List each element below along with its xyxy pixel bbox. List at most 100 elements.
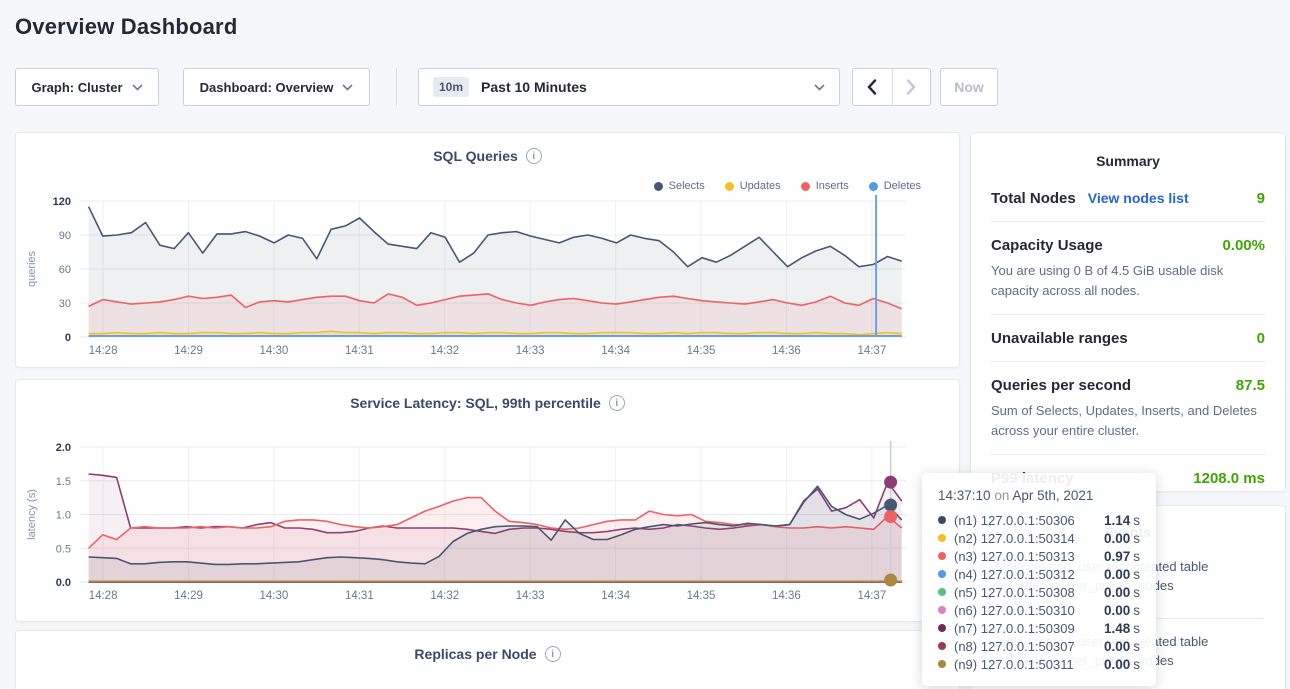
tooltip-node-label: (n8) 127.0.0.1:50307 bbox=[954, 639, 1096, 654]
svg-text:14:29: 14:29 bbox=[174, 345, 203, 357]
info-icon[interactable]: i bbox=[526, 148, 542, 164]
timeframe-arrows bbox=[852, 68, 931, 106]
graph-dropdown[interactable]: Graph: Cluster bbox=[15, 68, 159, 106]
svg-text:14:37: 14:37 bbox=[857, 345, 886, 357]
info-icon[interactable]: i bbox=[609, 395, 625, 411]
node-color-dot bbox=[938, 552, 946, 560]
tooltip-connector: on bbox=[994, 488, 1009, 503]
tooltip-node-label: (n3) 127.0.0.1:50313 bbox=[954, 549, 1096, 564]
prev-timeframe-button[interactable] bbox=[853, 69, 892, 105]
replicas-title: Replicas per Node i bbox=[16, 631, 959, 662]
svg-text:14:36: 14:36 bbox=[772, 345, 801, 357]
service-latency-title: Service Latency: SQL, 99th percentile i bbox=[16, 380, 959, 411]
tooltip-node-unit: s bbox=[1133, 531, 1140, 546]
tooltip-node-unit: s bbox=[1133, 603, 1140, 618]
node-color-dot bbox=[938, 570, 946, 578]
chevron-right-icon bbox=[906, 79, 916, 95]
svg-text:0.5: 0.5 bbox=[56, 543, 71, 555]
summary-row-description: You are using 0 B of 4.5 GiB usable disk… bbox=[991, 261, 1265, 300]
replicas-panel: Replicas per Node i bbox=[15, 630, 960, 689]
summary-row-value: 1208.0 ms bbox=[1193, 470, 1265, 487]
chevron-down-icon bbox=[342, 84, 353, 91]
sql-queries-chart[interactable]: 030609012014:2814:2914:3014:3114:3214:33… bbox=[18, 191, 959, 363]
summary-row-description: Sum of Selects, Updates, Inserts, and De… bbox=[991, 401, 1265, 440]
now-button[interactable]: Now bbox=[940, 68, 998, 106]
now-button-label: Now bbox=[954, 79, 984, 95]
time-range-dropdown[interactable]: 10m Past 10 Minutes bbox=[418, 68, 840, 106]
tooltip-node-label: (n7) 127.0.0.1:50309 bbox=[954, 621, 1096, 636]
svg-text:120: 120 bbox=[53, 196, 71, 208]
tooltip-node-unit: s bbox=[1133, 621, 1140, 636]
view-nodes-link[interactable]: View nodes list bbox=[1088, 190, 1189, 206]
svg-text:14:30: 14:30 bbox=[260, 590, 289, 602]
tooltip-node-value: 1.48s bbox=[1104, 621, 1140, 636]
svg-text:0.0: 0.0 bbox=[56, 577, 71, 589]
chevron-down-icon bbox=[814, 84, 825, 91]
tooltip-node-label: (n2) 127.0.0.1:50314 bbox=[954, 531, 1096, 546]
tooltip-node-unit: s bbox=[1133, 567, 1140, 582]
summary-title: Summary bbox=[971, 133, 1285, 175]
tooltip-row: (n9) 127.0.0.1:50311 0.00s bbox=[938, 655, 1140, 673]
legend-dot bbox=[725, 182, 734, 191]
tooltip-node-value: 0.00s bbox=[1104, 585, 1140, 600]
svg-text:30: 30 bbox=[59, 298, 71, 310]
summary-panel: Summary Total NodesView nodes list9Capac… bbox=[970, 132, 1286, 492]
node-color-dot bbox=[938, 642, 946, 650]
info-icon[interactable]: i bbox=[545, 646, 561, 662]
tooltip-node-label: (n4) 127.0.0.1:50312 bbox=[954, 567, 1096, 582]
svg-text:14:35: 14:35 bbox=[687, 590, 716, 602]
dashboard-dropdown[interactable]: Dashboard: Overview bbox=[183, 68, 370, 106]
svg-text:1.5: 1.5 bbox=[56, 476, 71, 488]
svg-text:14:35: 14:35 bbox=[687, 345, 716, 357]
summary-row: Capacity Usage 0.00% You are using 0 B of … bbox=[991, 222, 1265, 315]
chart-title-text: Service Latency: SQL, 99th percentile bbox=[350, 395, 601, 411]
svg-text:latency (s): latency (s) bbox=[26, 489, 38, 540]
svg-text:60: 60 bbox=[59, 264, 71, 276]
svg-text:14:30: 14:30 bbox=[260, 345, 289, 357]
legend-dot bbox=[801, 182, 810, 191]
next-timeframe-button[interactable] bbox=[892, 69, 931, 105]
service-latency-panel: Service Latency: SQL, 99th percentile i … bbox=[15, 379, 960, 622]
chart-tooltip: 14:37:10 on Apr 5th, 2021 (n1) 127.0.0.1… bbox=[922, 473, 1156, 686]
summary-row-label: Unavailable ranges bbox=[991, 330, 1128, 347]
chevron-down-icon bbox=[132, 84, 143, 91]
toolbar-divider bbox=[396, 68, 397, 106]
summary-row: Unavailable ranges0 bbox=[991, 315, 1265, 362]
node-color-dot bbox=[938, 660, 946, 668]
summary-row: Queries per second87.5Sum of Selects, Up… bbox=[991, 362, 1265, 455]
tooltip-node-value: 0.97s bbox=[1104, 549, 1140, 564]
tooltip-node-label: (n5) 127.0.0.1:50308 bbox=[954, 585, 1096, 600]
page-title: Overview Dashboard bbox=[15, 14, 237, 40]
tooltip-node-unit: s bbox=[1133, 585, 1140, 600]
sql-queries-title: SQL Queries i bbox=[16, 133, 959, 164]
svg-text:14:33: 14:33 bbox=[516, 345, 545, 357]
svg-text:2.0: 2.0 bbox=[56, 442, 71, 454]
legend-dot bbox=[654, 182, 663, 191]
svg-text:queries: queries bbox=[26, 250, 38, 287]
node-color-dot bbox=[938, 516, 946, 524]
service-latency-chart[interactable]: 0.00.51.01.52.014:2814:2914:3014:3114:32… bbox=[18, 420, 959, 620]
time-range-label: Past 10 Minutes bbox=[481, 79, 587, 95]
tooltip-node-value: 0.00s bbox=[1104, 603, 1140, 618]
tooltip-timestamp: 14:37:10 on Apr 5th, 2021 bbox=[938, 488, 1140, 503]
tooltip-rows: (n1) 127.0.0.1:503061.14s(n2) 127.0.0.1:… bbox=[938, 511, 1140, 673]
chevron-left-icon bbox=[867, 79, 877, 95]
svg-text:14:37: 14:37 bbox=[857, 590, 886, 602]
svg-text:14:29: 14:29 bbox=[174, 590, 203, 602]
svg-text:14:31: 14:31 bbox=[345, 345, 374, 357]
tooltip-node-unit: s bbox=[1133, 549, 1140, 564]
tooltip-node-unit: s bbox=[1133, 513, 1140, 528]
chart-title-text: Replicas per Node bbox=[414, 646, 536, 662]
time-range-badge: 10m bbox=[433, 77, 469, 97]
tooltip-node-unit: s bbox=[1133, 639, 1140, 654]
tooltip-node-label: (n6) 127.0.0.1:50310 bbox=[954, 603, 1096, 618]
chart-title-text: SQL Queries bbox=[433, 148, 518, 164]
summary-row-value: 0.00% bbox=[1222, 237, 1265, 254]
tooltip-node-label: (n9) 127.0.0.1:50311 bbox=[954, 657, 1096, 672]
tooltip-node-value: 0.00s bbox=[1104, 531, 1140, 546]
tooltip-node-label: (n1) 127.0.0.1:50306 bbox=[954, 513, 1096, 528]
tooltip-node-value: 0.00s bbox=[1104, 657, 1140, 672]
summary-row-value: 9 bbox=[1257, 190, 1265, 207]
tooltip-date: Apr 5th, 2021 bbox=[1012, 488, 1093, 503]
summary-row-label: Capacity Usage bbox=[991, 237, 1103, 254]
